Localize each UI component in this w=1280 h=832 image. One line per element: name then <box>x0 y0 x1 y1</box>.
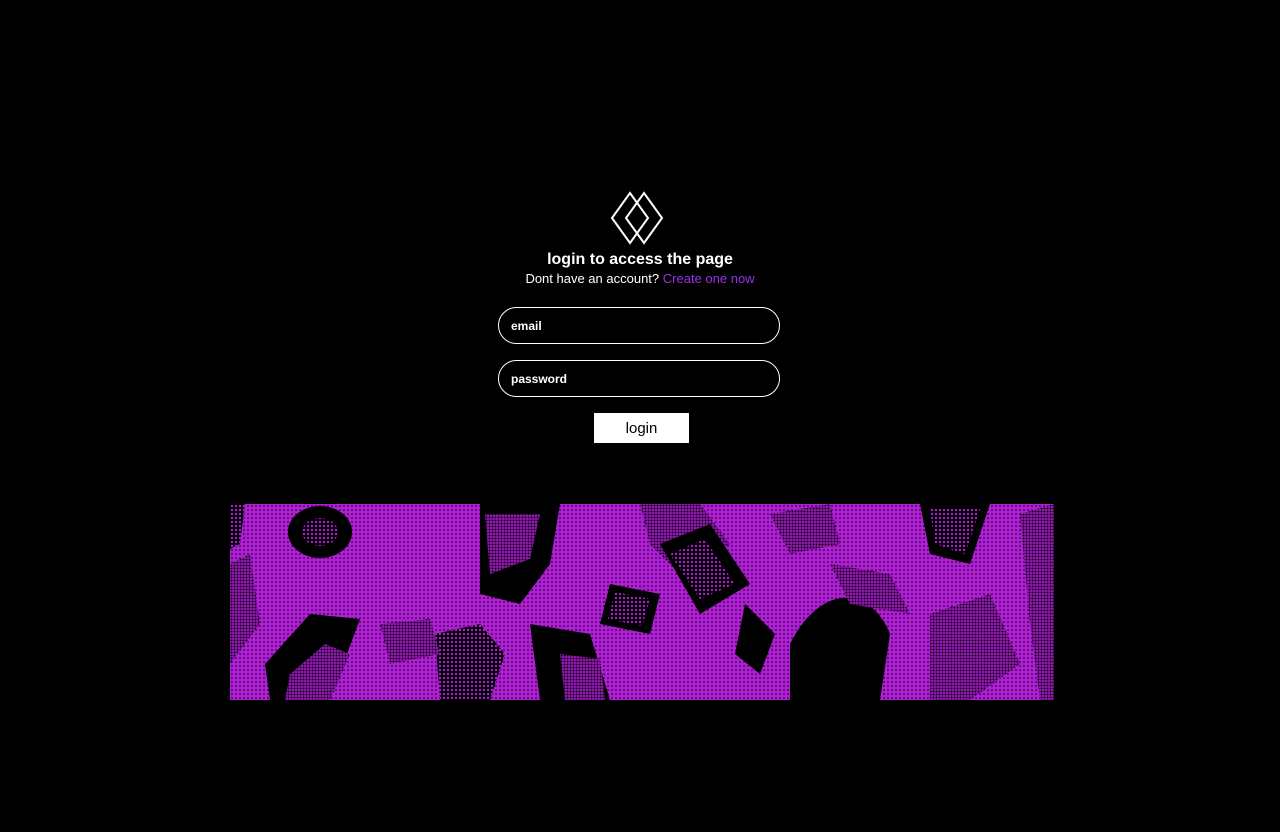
create-account-link[interactable]: Create one now <box>663 271 755 286</box>
halftone-banner-image <box>230 504 1054 700</box>
login-button[interactable]: login <box>594 413 689 443</box>
abstract-halftone-artwork <box>230 504 1054 700</box>
signup-prompt: Dont have an account? Create one now <box>0 270 1280 287</box>
page-title: login to access the page <box>547 251 733 268</box>
login-page: login to access the page Dont have an ac… <box>0 0 1280 832</box>
signup-prompt-text: Dont have an account? <box>525 271 660 286</box>
email-field[interactable] <box>498 307 780 344</box>
diamond-logo-icon <box>610 191 664 245</box>
password-field[interactable] <box>498 360 780 397</box>
